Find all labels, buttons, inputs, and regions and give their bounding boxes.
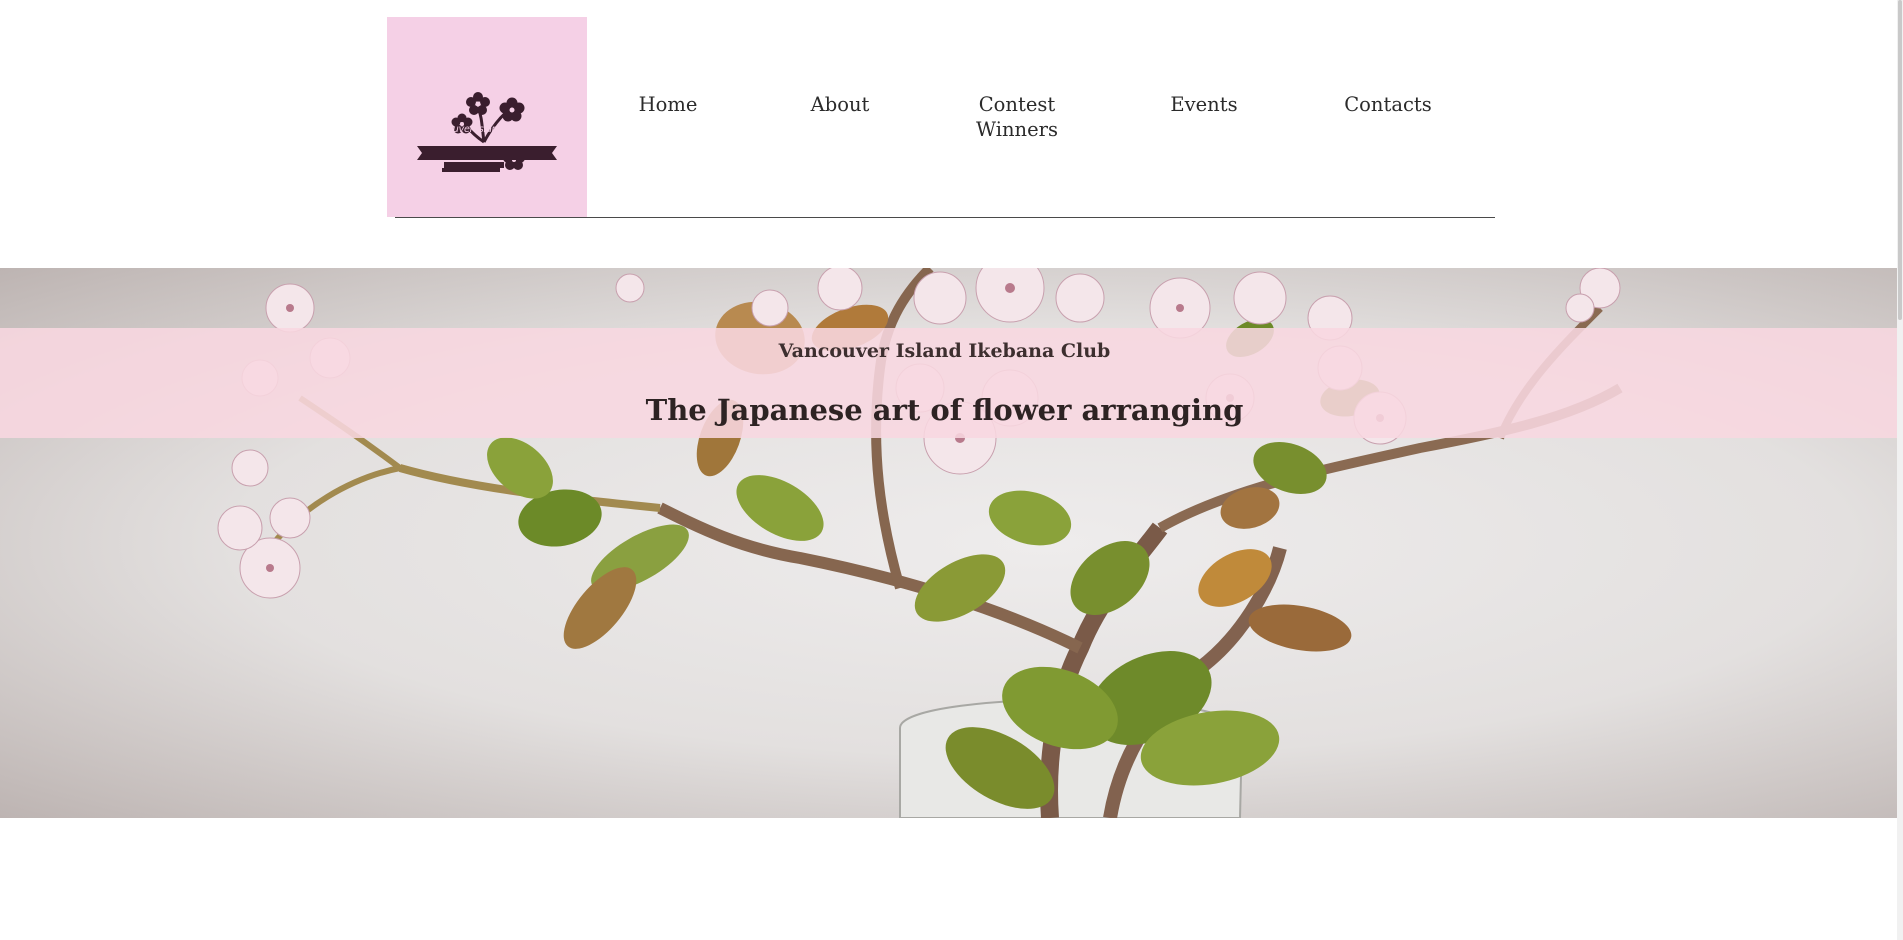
logo-text: Vancouver Island Ikebana Club bbox=[425, 124, 566, 135]
scrollbar-thumb[interactable] bbox=[1898, 0, 1902, 320]
nav-contest-winners[interactable]: Contest Winners bbox=[952, 92, 1082, 142]
hero-club-name: Vancouver Island Ikebana Club bbox=[778, 340, 1111, 362]
nav-events[interactable]: Events bbox=[1134, 92, 1274, 117]
hero-banner: Vancouver Island Ikebana Club The Japane… bbox=[0, 268, 1897, 818]
main-nav: Home About Contest Winners Events Contac… bbox=[587, 92, 1495, 152]
nav-home[interactable]: Home bbox=[598, 92, 738, 117]
site-logo[interactable]: Vancouver Island Ikebana Club bbox=[387, 17, 587, 217]
page: Vancouver Island Ikebana Club Home About… bbox=[0, 0, 1903, 940]
hero-tagline: The Japanese art of flower arranging bbox=[645, 393, 1244, 427]
page-scrollbar[interactable] bbox=[1897, 0, 1903, 940]
header-divider bbox=[395, 217, 1495, 218]
nav-about[interactable]: About bbox=[770, 92, 910, 117]
site-header: Vancouver Island Ikebana Club Home About… bbox=[387, 17, 1495, 218]
nav-contacts[interactable]: Contacts bbox=[1318, 92, 1458, 117]
ikebana-flower-logo-icon bbox=[417, 92, 557, 172]
